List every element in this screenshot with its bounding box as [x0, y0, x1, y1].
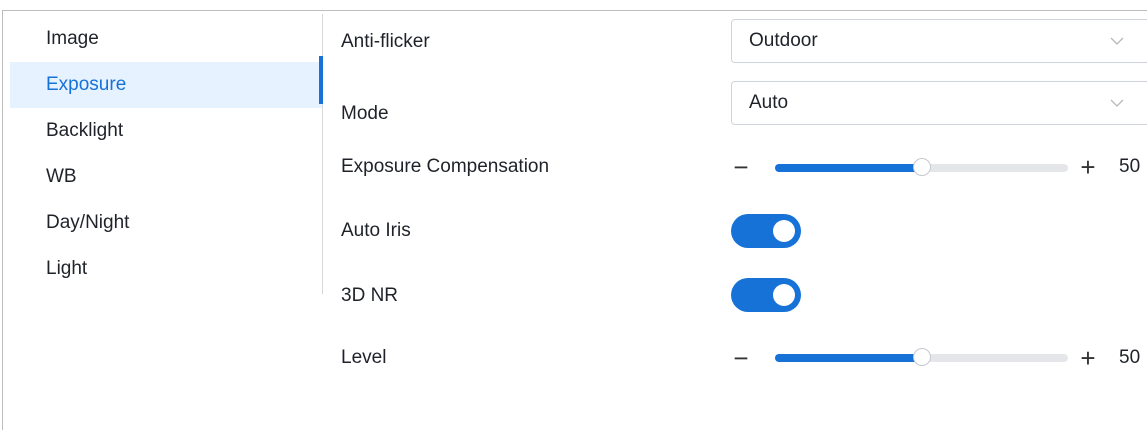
exposure-compensation-slider[interactable] — [775, 158, 1068, 176]
auto-iris-toggle[interactable] — [731, 214, 801, 248]
level-slider[interactable] — [775, 348, 1068, 366]
sidebar-item-light[interactable]: Light — [10, 246, 322, 292]
toggle-knob — [773, 220, 795, 242]
sidebar-item-wb[interactable]: WB — [10, 154, 322, 200]
slider-handle[interactable] — [913, 158, 931, 176]
sidebar-item-label: Image — [46, 28, 99, 49]
chevron-down-icon — [1110, 37, 1124, 45]
sidebar-item-label: Exposure — [46, 74, 127, 95]
decrease-button[interactable]: − — [730, 154, 752, 180]
anti-flicker-value: Outdoor — [749, 30, 818, 51]
increase-button[interactable]: + — [1077, 345, 1099, 371]
exposure-compensation-value: 50 — [1119, 156, 1141, 177]
level-label: Level — [341, 347, 387, 368]
anti-flicker-select[interactable]: Outdoor — [731, 19, 1147, 63]
sidebar-item-label: Backlight — [46, 120, 124, 141]
mode-select[interactable]: Auto — [731, 81, 1147, 125]
sidebar-item-label: WB — [46, 166, 77, 187]
auto-iris-label: Auto Iris — [341, 220, 411, 241]
toggle-knob — [773, 284, 795, 306]
increase-button[interactable]: + — [1077, 154, 1099, 180]
3d-nr-toggle[interactable] — [731, 278, 801, 312]
anti-flicker-label: Anti-flicker — [341, 31, 430, 52]
sidebar-item-image[interactable]: Image — [10, 16, 322, 62]
mode-label: Mode — [341, 103, 389, 124]
sidebar-item-label: Day/Night — [46, 212, 130, 233]
slider-fill — [775, 164, 922, 172]
slider-fill — [775, 354, 922, 362]
active-indicator — [319, 56, 323, 104]
sidebar-item-label: Light — [46, 258, 88, 279]
sidebar-item-day-night[interactable]: Day/Night — [10, 200, 322, 246]
slider-handle[interactable] — [913, 348, 931, 366]
level-value: 50 — [1119, 347, 1141, 368]
mode-value: Auto — [749, 92, 789, 113]
3d-nr-label: 3D NR — [341, 285, 399, 306]
sidebar-item-exposure[interactable]: Exposure — [10, 62, 322, 108]
chevron-down-icon — [1110, 99, 1124, 107]
exposure-compensation-label: Exposure Compensation — [341, 156, 550, 177]
sidebar-item-backlight[interactable]: Backlight — [10, 108, 322, 154]
decrease-button[interactable]: − — [730, 345, 752, 371]
